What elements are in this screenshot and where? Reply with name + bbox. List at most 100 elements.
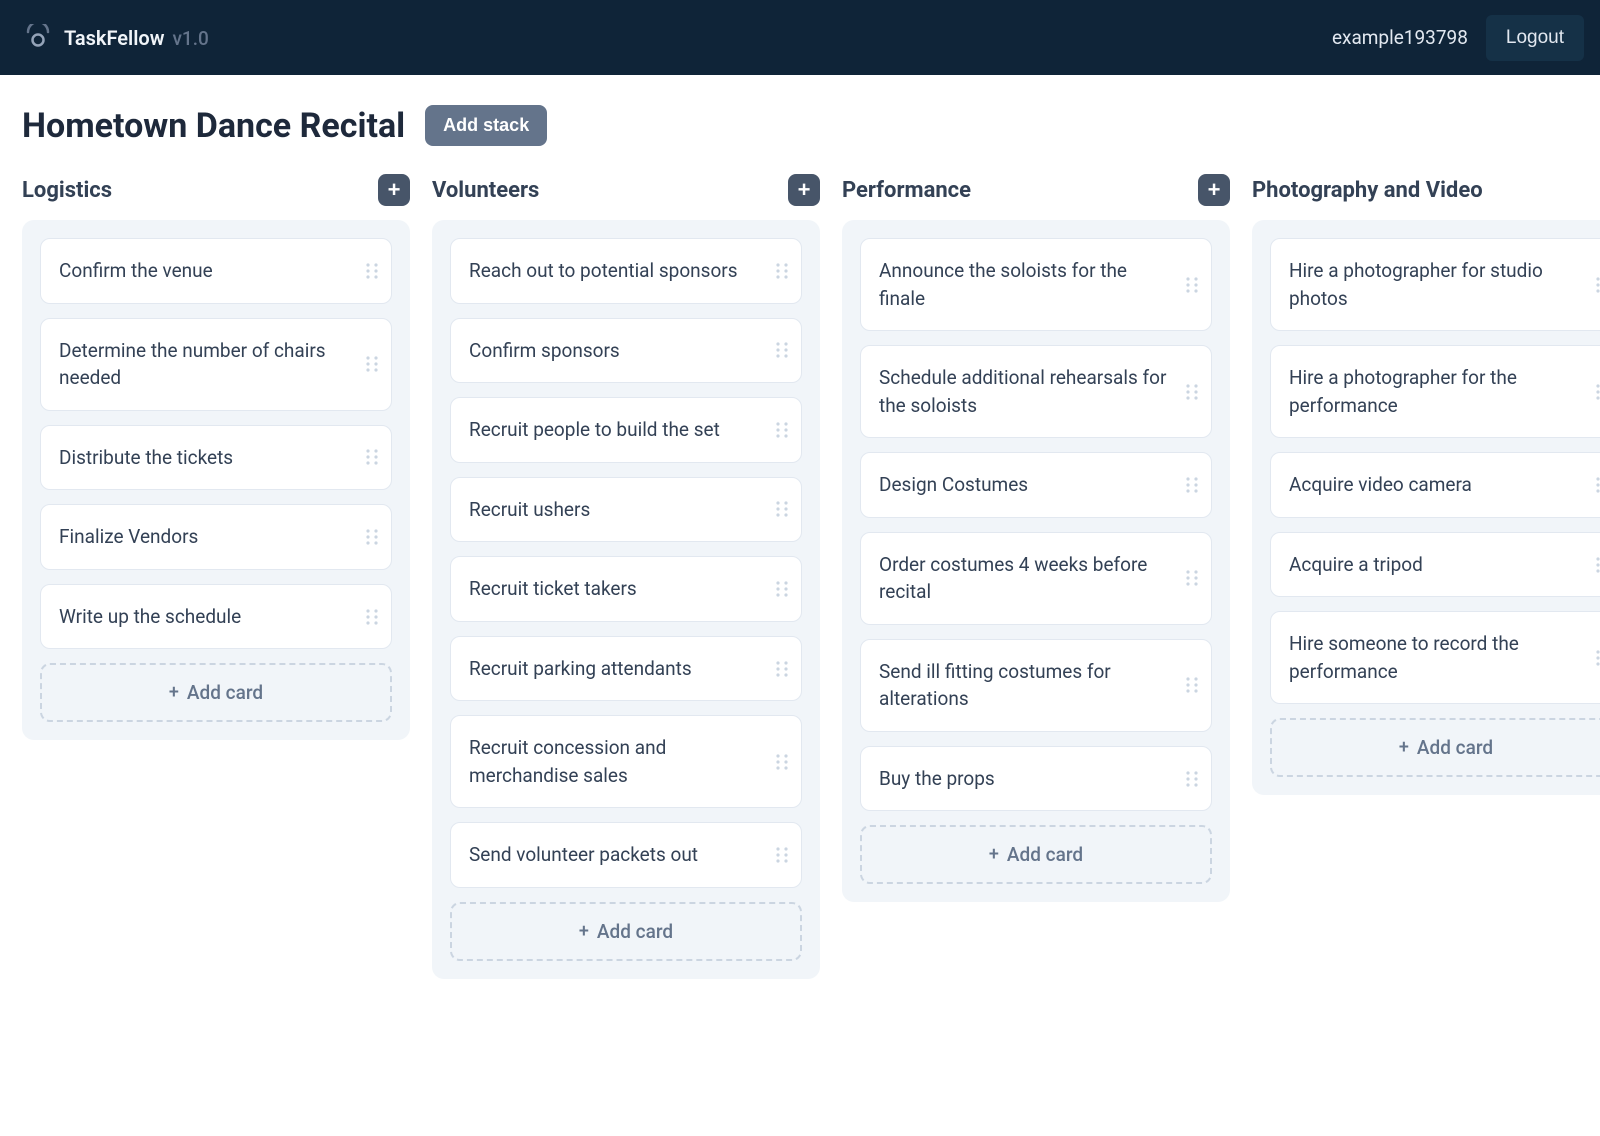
drag-handle-icon[interactable] (363, 606, 381, 628)
drag-handle-icon[interactable] (773, 578, 791, 600)
drag-handle-icon[interactable] (773, 751, 791, 773)
drag-handle-icon[interactable] (773, 498, 791, 520)
add-card-icon-button[interactable]: + (788, 174, 820, 206)
header-right: example193798 Logout (1332, 15, 1584, 61)
drag-handle-icon[interactable] (363, 526, 381, 548)
stack-body: Announce the soloists for the finale Sch… (842, 220, 1230, 902)
stack-header: Logistics + (22, 168, 410, 220)
app-header: TaskFellow v1.0 example193798 Logout (0, 0, 1600, 75)
task-card-text: Buy the props (879, 767, 995, 790)
stack-column: Performance + Announce the soloists for … (842, 168, 1230, 979)
app-logo-icon (24, 24, 52, 52)
plus-icon: + (1208, 177, 1221, 203)
add-card-placeholder[interactable]: + Add card (860, 825, 1212, 884)
task-card-text: Hire a photographer for studio photos (1289, 259, 1543, 310)
task-card-text: Distribute the tickets (59, 446, 233, 469)
task-card[interactable]: Acquire a tripod (1270, 532, 1600, 598)
task-card[interactable]: Recruit people to build the set (450, 397, 802, 463)
add-card-placeholder[interactable]: + Add card (450, 902, 802, 961)
drag-handle-icon[interactable] (1183, 274, 1201, 296)
task-card-text: Confirm the venue (59, 259, 213, 282)
add-stack-button[interactable]: Add stack (425, 105, 547, 146)
stack-header: Volunteers + (432, 168, 820, 220)
app-title: TaskFellow v1.0 (64, 26, 209, 50)
task-card-text: Confirm sponsors (469, 339, 620, 362)
add-card-label: Add card (597, 920, 673, 943)
stack-title: Logistics (22, 178, 112, 203)
username-label[interactable]: example193798 (1332, 26, 1468, 49)
drag-handle-icon[interactable] (1183, 674, 1201, 696)
drag-handle-icon[interactable] (1183, 381, 1201, 403)
plus-icon: + (169, 682, 179, 703)
task-card-text: Send ill fitting costumes for alteration… (879, 660, 1111, 711)
task-card[interactable]: Recruit ushers (450, 477, 802, 543)
task-card-text: Recruit people to build the set (469, 418, 720, 441)
drag-handle-icon[interactable] (773, 419, 791, 441)
task-card[interactable]: Reach out to potential sponsors (450, 238, 802, 304)
add-card-placeholder[interactable]: + Add card (1270, 718, 1600, 777)
task-card[interactable]: Confirm the venue (40, 238, 392, 304)
board-title: Hometown Dance Recital (22, 106, 405, 146)
stack-title: Volunteers (432, 178, 539, 203)
drag-handle-icon[interactable] (363, 260, 381, 282)
task-card[interactable]: Recruit ticket takers (450, 556, 802, 622)
task-card[interactable]: Buy the props (860, 746, 1212, 812)
stack-body: Reach out to potential sponsors Confirm … (432, 220, 820, 979)
task-card-text: Recruit ticket takers (469, 577, 637, 600)
drag-handle-icon[interactable] (773, 260, 791, 282)
drag-handle-icon[interactable] (773, 844, 791, 866)
task-card-text: Recruit ushers (469, 498, 590, 521)
task-card[interactable]: Hire a photographer for studio photos (1270, 238, 1600, 331)
task-card[interactable]: Acquire video camera (1270, 452, 1600, 518)
task-card-text: Hire someone to record the performance (1289, 632, 1519, 683)
task-card-text: Recruit concession and merchandise sales (469, 736, 666, 787)
plus-icon: + (989, 844, 999, 865)
stack-column: Photography and Video + Hire a photograp… (1252, 168, 1600, 979)
task-card[interactable]: Send volunteer packets out (450, 822, 802, 888)
task-card-text: Acquire video camera (1289, 473, 1472, 496)
task-card[interactable]: Order costumes 4 weeks before recital (860, 532, 1212, 625)
drag-handle-icon[interactable] (1593, 554, 1600, 576)
task-card[interactable]: Hire a photographer for the performance (1270, 345, 1600, 438)
drag-handle-icon[interactable] (1593, 381, 1600, 403)
task-card-text: Determine the number of chairs needed (59, 339, 326, 390)
task-card[interactable]: Write up the schedule (40, 584, 392, 650)
drag-handle-icon[interactable] (1183, 768, 1201, 790)
task-card-text: Reach out to potential sponsors (469, 259, 738, 282)
drag-handle-icon[interactable] (363, 446, 381, 468)
drag-handle-icon[interactable] (1593, 647, 1600, 669)
drag-handle-icon[interactable] (1593, 474, 1600, 496)
drag-handle-icon[interactable] (1593, 274, 1600, 296)
drag-handle-icon[interactable] (773, 339, 791, 361)
drag-handle-icon[interactable] (1183, 474, 1201, 496)
drag-handle-icon[interactable] (773, 658, 791, 680)
add-card-placeholder[interactable]: + Add card (40, 663, 392, 722)
task-card[interactable]: Design Costumes (860, 452, 1212, 518)
task-card[interactable]: Confirm sponsors (450, 318, 802, 384)
add-card-icon-button[interactable]: + (1198, 174, 1230, 206)
task-card[interactable]: Recruit concession and merchandise sales (450, 715, 802, 808)
plus-icon: + (1399, 737, 1409, 758)
logout-button[interactable]: Logout (1486, 15, 1584, 61)
task-card[interactable]: Hire someone to record the performance (1270, 611, 1600, 704)
add-card-icon-button[interactable]: + (378, 174, 410, 206)
task-card[interactable]: Distribute the tickets (40, 425, 392, 491)
plus-icon: + (798, 177, 811, 203)
header-left: TaskFellow v1.0 (24, 24, 209, 52)
task-card[interactable]: Schedule additional rehearsals for the s… (860, 345, 1212, 438)
drag-handle-icon[interactable] (1183, 567, 1201, 589)
task-card[interactable]: Send ill fitting costumes for alteration… (860, 639, 1212, 732)
task-card-text: Order costumes 4 weeks before recital (879, 553, 1147, 604)
task-card-text: Hire a photographer for the performance (1289, 366, 1517, 417)
task-card-text: Send volunteer packets out (469, 843, 698, 866)
task-card[interactable]: Recruit parking attendants (450, 636, 802, 702)
drag-handle-icon[interactable] (363, 353, 381, 375)
stack-title: Performance (842, 178, 971, 203)
stack-body: Confirm the venue Determine the number o… (22, 220, 410, 740)
task-card[interactable]: Finalize Vendors (40, 504, 392, 570)
task-card-text: Write up the schedule (59, 605, 241, 628)
app-version: v1.0 (173, 27, 209, 50)
task-card[interactable]: Announce the soloists for the finale (860, 238, 1212, 331)
plus-icon: + (388, 177, 401, 203)
task-card[interactable]: Determine the number of chairs needed (40, 318, 392, 411)
